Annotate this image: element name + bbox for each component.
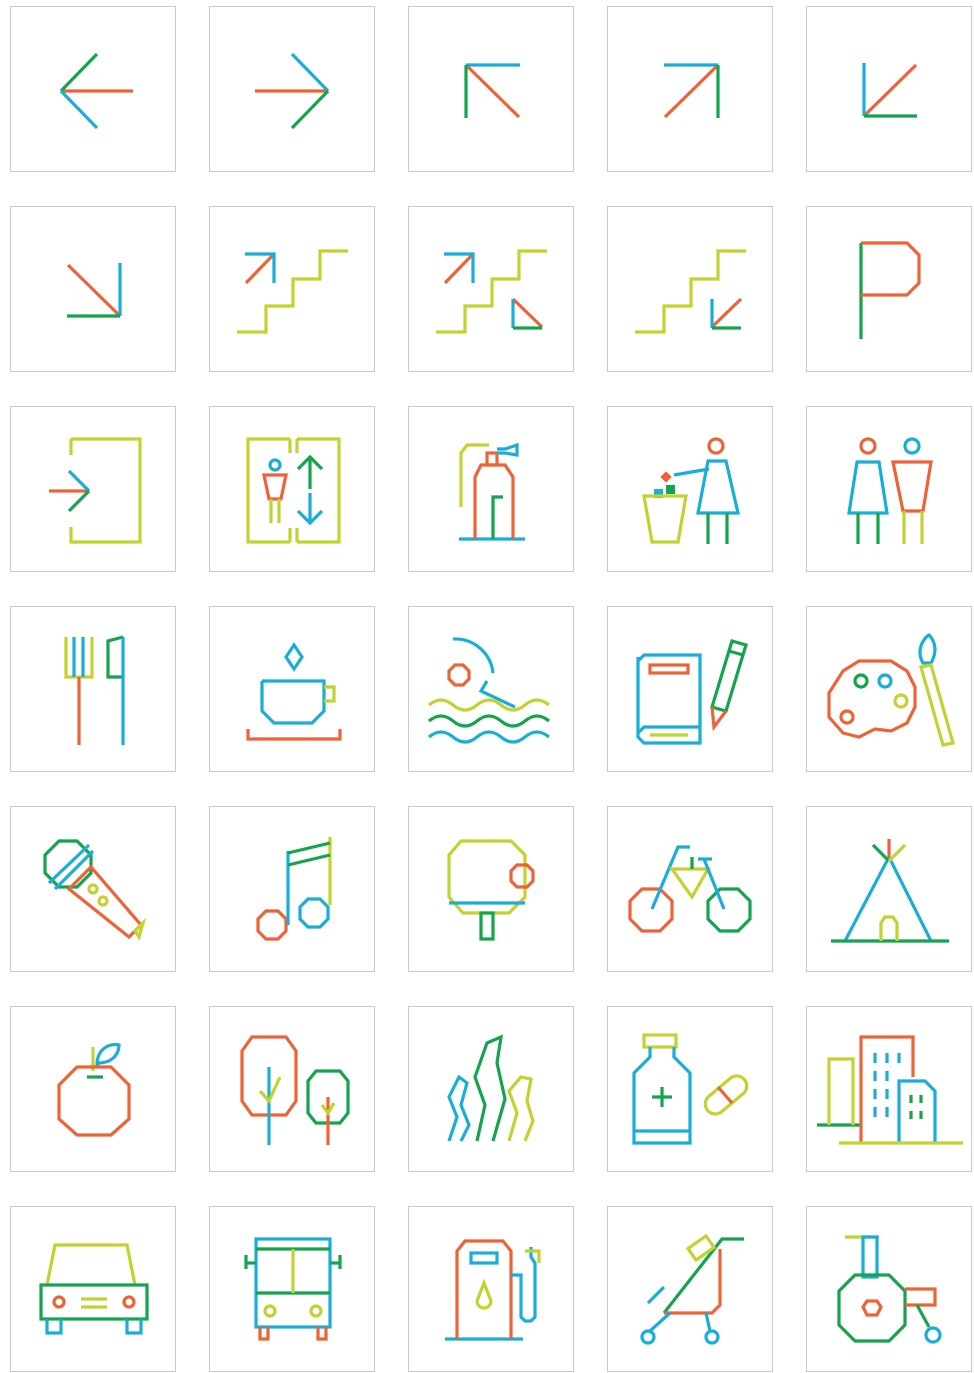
swimming-icon	[408, 606, 574, 772]
stairs-down-icon	[607, 206, 773, 372]
bus-icon	[209, 1206, 375, 1372]
arrow-left-icon	[10, 6, 176, 172]
stairs-up-icon	[209, 206, 375, 372]
entrance-icon	[10, 406, 176, 572]
litter-bin-icon	[607, 406, 773, 572]
arrow-down-right-icon	[10, 206, 176, 372]
apple-icon	[10, 1006, 176, 1172]
pharmacy-icon	[607, 1006, 773, 1172]
gas-station-icon	[408, 1206, 574, 1372]
stairs-up-down-icon	[408, 206, 574, 372]
tractor-icon	[806, 1206, 972, 1372]
karaoke-microphone-icon	[10, 806, 176, 972]
arrow-down-left-icon	[806, 6, 972, 172]
restaurant-icon	[10, 606, 176, 772]
fire-extinguisher-icon	[408, 406, 574, 572]
cafe-icon	[209, 606, 375, 772]
city-buildings-icon	[806, 1006, 972, 1172]
table-tennis-icon	[408, 806, 574, 972]
trees-icon	[209, 1006, 375, 1172]
book-pencil-icon	[607, 606, 773, 772]
icon-grid	[0, 0, 974, 1372]
music-note-icon	[209, 806, 375, 972]
arrow-right-icon	[209, 6, 375, 172]
car-icon	[10, 1206, 176, 1372]
arrow-up-left-icon	[408, 6, 574, 172]
camping-tent-icon	[806, 806, 972, 972]
elevator-icon	[209, 406, 375, 572]
art-palette-icon	[806, 606, 972, 772]
bicycle-icon	[607, 806, 773, 972]
stroller-icon	[607, 1206, 773, 1372]
arrow-up-right-icon	[607, 6, 773, 172]
grass-icon	[408, 1006, 574, 1172]
flag-icon	[806, 206, 972, 372]
restroom-icon	[806, 406, 972, 572]
